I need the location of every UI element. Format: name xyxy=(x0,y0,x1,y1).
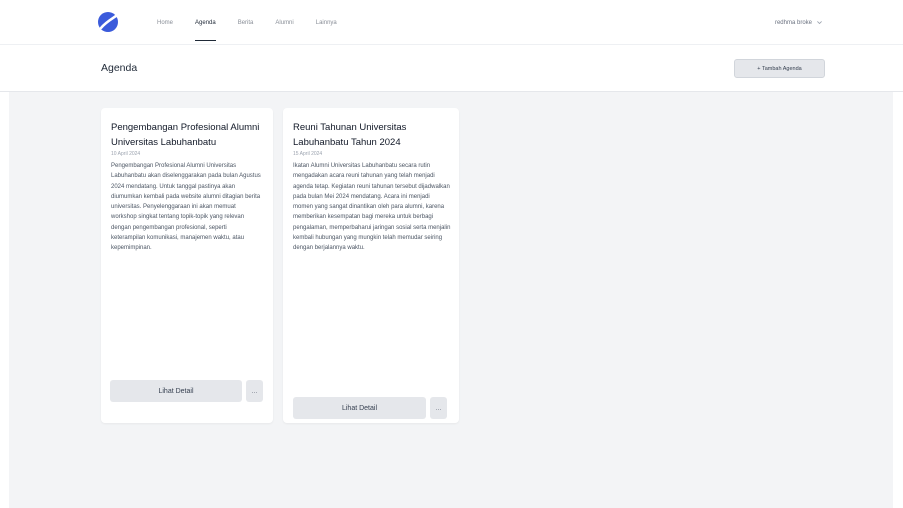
user-name: redhma broke xyxy=(774,19,812,26)
detail-button[interactable]: Lihat Detail xyxy=(293,397,426,419)
card-actions: Lihat Detail ... xyxy=(110,380,263,402)
logo-icon[interactable] xyxy=(97,11,119,33)
card-date: 10 April 2024 xyxy=(111,151,141,157)
main-content: Pengembangan Profesional Alumni Universi… xyxy=(9,92,893,508)
add-agenda-button[interactable]: + Tambah Agenda xyxy=(734,59,825,78)
card-actions: Lihat Detail ... xyxy=(293,397,447,419)
more-options-button[interactable]: ... xyxy=(246,380,263,402)
nav-link-agenda[interactable]: Agenda xyxy=(184,0,227,45)
card-date: 15 April 2024 xyxy=(293,151,323,157)
card-title: Pengembangan Profesional Alumni Universi… xyxy=(111,122,260,148)
card-description: Ikatan Alumni Universitas Labuhanbatu se… xyxy=(293,163,451,252)
nav-link-berita[interactable]: Berita xyxy=(227,0,265,45)
card-title: Reuni Tahunan Universitas Labuhanbatu Ta… xyxy=(293,122,407,148)
card-description: Pengembangan Profesional Alumni Universi… xyxy=(111,163,261,252)
nav-link-lainnya[interactable]: Lainnya xyxy=(305,0,348,45)
agenda-card: Reuni Tahunan Universitas Labuhanbatu Ta… xyxy=(283,108,459,423)
page-header: Agenda + Tambah Agenda xyxy=(0,45,903,92)
nav-link-alumni[interactable]: Alumni xyxy=(264,0,304,45)
more-options-button[interactable]: ... xyxy=(430,397,447,419)
nav-links: Home Agenda Berita Alumni Lainnya xyxy=(146,0,348,45)
detail-button[interactable]: Lihat Detail xyxy=(110,380,242,402)
user-menu[interactable]: redhma broke xyxy=(775,0,823,45)
agenda-card: Pengembangan Profesional Alumni Universi… xyxy=(101,108,273,423)
page-title: Agenda xyxy=(101,62,138,74)
top-navbar: Home Agenda Berita Alumni Lainnya redhma… xyxy=(0,0,903,45)
chevron-down-icon xyxy=(817,21,822,25)
nav-link-home[interactable]: Home xyxy=(146,0,184,45)
